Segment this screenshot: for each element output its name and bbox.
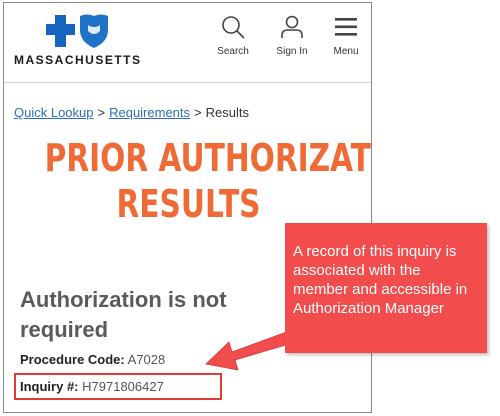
annotation-callout: A record of this inquiry is associated w… [285, 223, 487, 353]
callout-arrow-icon [205, 329, 297, 371]
